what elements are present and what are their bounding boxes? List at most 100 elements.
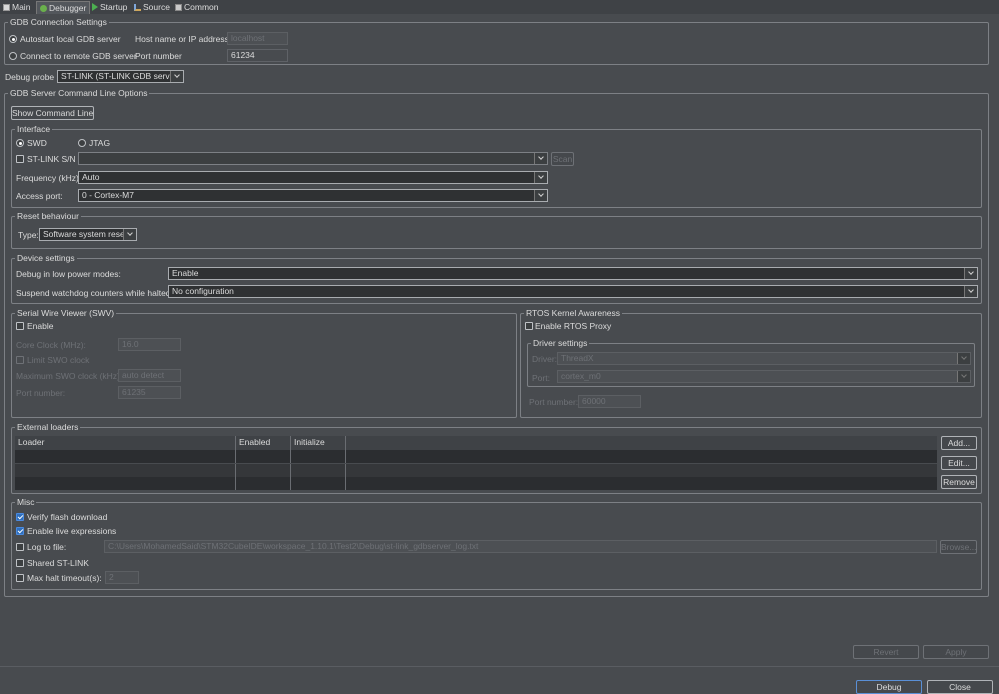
low-power-select[interactable]: Enable — [168, 267, 978, 280]
table-row[interactable] — [15, 477, 937, 490]
core-clock-field[interactable]: 16.0 — [118, 338, 181, 351]
chevron-down-icon — [170, 71, 183, 82]
live-expressions-checkbox[interactable] — [16, 527, 24, 535]
stlink-sn-select[interactable] — [78, 152, 548, 165]
rtos-port-value: cortex_m0 — [561, 371, 601, 381]
max-halt-checkbox[interactable] — [16, 574, 24, 582]
gdb-server-options-legend: GDB Server Command Line Options — [8, 87, 150, 99]
interface-legend: Interface — [15, 123, 53, 135]
swd-label: SWD — [27, 138, 47, 148]
verify-flash-checkbox[interactable] — [16, 513, 24, 521]
access-port-label: Access port: — [16, 191, 63, 201]
column-header-enabled[interactable]: Enabled — [236, 436, 291, 450]
host-field[interactable]: localhost — [227, 32, 288, 45]
chevron-down-icon — [534, 153, 547, 164]
bug-icon — [40, 5, 47, 12]
debug-probe-value: ST-LINK (ST-LINK GDB server) — [61, 71, 181, 81]
page-icon — [3, 4, 10, 11]
tab-main[interactable]: Main — [3, 1, 30, 14]
gdb-connection-legend: GDB Connection Settings — [8, 16, 109, 28]
tab-source[interactable]: Source — [134, 1, 170, 14]
device-settings-legend: Device settings — [15, 252, 77, 264]
autostart-label: Autostart local GDB server — [20, 34, 121, 44]
common-icon — [175, 4, 182, 11]
shared-stlink-checkbox[interactable] — [16, 559, 24, 567]
swv-port-label: Port number: — [16, 388, 66, 398]
table-row[interactable] — [15, 450, 937, 463]
reset-type-label: Type: — [18, 230, 39, 240]
table-row[interactable] — [15, 464, 937, 477]
frequency-select[interactable]: Auto — [78, 171, 548, 184]
rtos-legend: RTOS Kernel Awareness — [524, 307, 623, 319]
chevron-down-icon — [957, 353, 970, 364]
column-header-initialize[interactable]: Initialize — [291, 436, 346, 450]
watchdog-select[interactable]: No configuration — [168, 285, 978, 298]
remove-loader-button[interactable]: Remove — [941, 475, 977, 489]
browse-button[interactable]: Browse... — [940, 540, 977, 554]
jtag-radio[interactable] — [78, 139, 86, 147]
live-expressions-label: Enable live expressions — [27, 526, 117, 536]
chevron-down-icon — [964, 286, 977, 297]
frequency-value: Auto — [82, 172, 100, 182]
debug-button[interactable]: Debug — [856, 680, 922, 694]
host-label: Host name or IP address — [135, 34, 229, 44]
rtos-port-number-field[interactable]: 60000 — [578, 395, 641, 408]
max-halt-label: Max halt timeout(s): — [27, 573, 102, 583]
edit-loader-button[interactable]: Edit... — [941, 456, 977, 470]
external-loaders-legend: External loaders — [15, 421, 81, 433]
reset-type-value: Software system reset — [43, 229, 128, 239]
chevron-down-icon — [534, 172, 547, 183]
close-button[interactable]: Close — [927, 680, 993, 694]
debug-probe-label: Debug probe — [5, 72, 55, 82]
source-icon — [134, 4, 141, 11]
scan-button[interactable]: Scan — [551, 152, 574, 166]
table-header: Loader Enabled Initialize — [15, 436, 937, 450]
chevron-down-icon — [123, 229, 136, 240]
driver-settings-legend: Driver settings — [531, 337, 590, 349]
chevron-down-icon — [964, 268, 977, 279]
watchdog-label: Suspend watchdog counters while halted: — [16, 288, 173, 298]
port-field[interactable]: 61234 — [227, 49, 288, 62]
verify-flash-label: Verify flash download — [27, 512, 108, 522]
access-port-value: 0 - Cortex-M7 — [82, 190, 134, 200]
access-port-select[interactable]: 0 - Cortex-M7 — [78, 189, 548, 202]
reset-behaviour-legend: Reset behaviour — [15, 210, 81, 222]
chevron-down-icon — [957, 371, 970, 382]
autostart-radio[interactable] — [9, 35, 17, 43]
max-swo-field[interactable]: auto detect — [118, 369, 181, 382]
shared-stlink-label: Shared ST-LINK — [27, 558, 89, 568]
column-header-loader[interactable]: Loader — [15, 436, 236, 450]
stlink-sn-checkbox[interactable] — [16, 155, 24, 163]
tab-common[interactable]: Common — [175, 1, 218, 14]
swv-enable-checkbox[interactable] — [16, 322, 24, 330]
swv-legend: Serial Wire Viewer (SWV) — [15, 307, 117, 319]
limit-swo-checkbox[interactable] — [16, 356, 24, 364]
rtos-proxy-checkbox[interactable] — [525, 322, 533, 330]
rtos-port-select[interactable]: cortex_m0 — [557, 370, 971, 383]
apply-button[interactable]: Apply — [923, 645, 989, 659]
driver-select[interactable]: ThreadX — [557, 352, 971, 365]
swv-port-field[interactable]: 61235 — [118, 386, 181, 399]
revert-button[interactable]: Revert — [853, 645, 919, 659]
play-icon — [92, 3, 98, 11]
rtos-port-label: Port: — [532, 373, 550, 383]
rtos-proxy-label: Enable RTOS Proxy — [535, 321, 612, 331]
reset-behaviour-group: Reset behaviour — [11, 210, 982, 249]
swv-enable-label: Enable — [27, 321, 54, 331]
max-swo-label: Maximum SWO clock (kHz): — [16, 371, 123, 381]
max-halt-field[interactable]: 2 — [105, 571, 139, 584]
log-to-file-label: Log to file: — [27, 542, 67, 552]
debug-probe-select[interactable]: ST-LINK (ST-LINK GDB server) — [57, 70, 184, 83]
swd-radio[interactable] — [16, 139, 24, 147]
chevron-down-icon — [534, 190, 547, 201]
log-path-field[interactable]: C:\Users\MohamedSaid\STM32CubeIDE\worksp… — [104, 540, 937, 553]
tab-debugger[interactable]: Debugger — [36, 1, 91, 14]
show-command-line-button[interactable]: Show Command Line — [11, 106, 94, 120]
add-loader-button[interactable]: Add... — [941, 436, 977, 450]
remote-label: Connect to remote GDB server — [20, 51, 137, 61]
reset-type-select[interactable]: Software system reset — [39, 228, 137, 241]
jtag-label: JTAG — [89, 138, 111, 148]
log-to-file-checkbox[interactable] — [16, 543, 24, 551]
tab-startup[interactable]: Startup — [92, 1, 127, 14]
remote-radio[interactable] — [9, 52, 17, 60]
